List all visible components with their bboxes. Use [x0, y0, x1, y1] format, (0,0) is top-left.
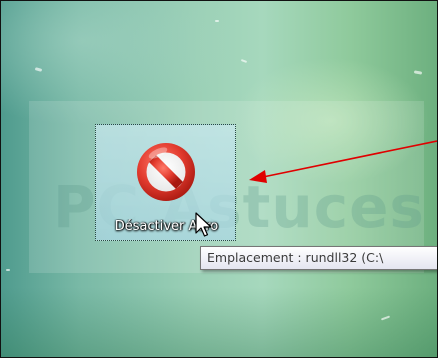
- light-streak: [413, 70, 423, 75]
- light-streak: [6, 269, 10, 271]
- tooltip-text: Emplacement : rundll32 (C:\: [207, 250, 384, 265]
- light-streak: [240, 59, 248, 63]
- light-streak: [34, 67, 43, 72]
- light-streak: [215, 20, 219, 22]
- location-tooltip: Emplacement : rundll32 (C:\: [200, 246, 437, 270]
- desktop-screen: PC Astuces Désactiver Aero Emplacement:…: [0, 0, 438, 358]
- pointer-cursor-icon: [195, 212, 212, 237]
- desactiver-aero-shortcut[interactable]: Désactiver Aero: [95, 124, 236, 241]
- shortcut-label: Désactiver Aero: [114, 219, 219, 234]
- desktop-background-shade: [1, 287, 437, 357]
- no-entry-icon: [137, 143, 195, 201]
